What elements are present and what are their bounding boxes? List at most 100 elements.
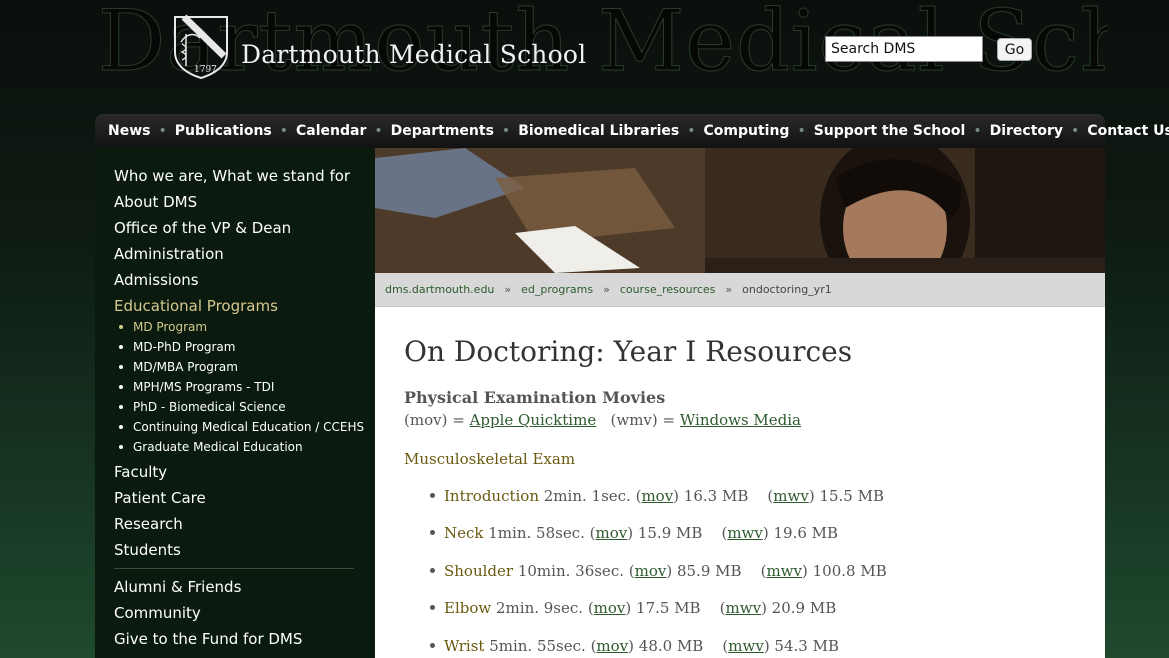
exam-heading: Musculoskeletal Exam [404, 450, 576, 468]
nav-item-calendar[interactable]: Calendar [296, 123, 366, 139]
breadcrumb-separator: » [603, 283, 610, 296]
sidebar-subitem-md-mba[interactable]: MD/MBA Program [119, 360, 238, 374]
sidebar-item-research[interactable]: Research [114, 515, 183, 533]
windows-media-link[interactable]: Windows Media [680, 411, 801, 429]
movie-name: Elbow [444, 599, 492, 617]
sidebar-subitem-continuing-med-ed[interactable]: Continuing Medical Education / CCEHS [119, 420, 364, 434]
sidebar: Who we are, What we stand for About DMS … [95, 148, 375, 658]
nav-separator: • [279, 123, 289, 139]
nav-item-contact-us[interactable]: Contact Us [1087, 123, 1169, 139]
dms-shield-logo-icon[interactable]: 1797 [172, 14, 230, 80]
nav-item-publications[interactable]: Publications [175, 123, 272, 139]
movie-duration: 10min. 36sec. ( [513, 562, 635, 580]
mov-size: ) 17.5 MB [625, 599, 701, 617]
sidebar-item-who-we-are[interactable]: Who we are, What we stand for [114, 167, 350, 185]
bullet-icon [430, 604, 435, 610]
sidebar-item-students[interactable]: Students [114, 541, 181, 559]
breadcrumb-separator: » [725, 283, 733, 296]
sidebar-item-educational-programs[interactable]: Educational Programs [114, 297, 278, 315]
bullet-icon [119, 344, 123, 349]
sidebar-subitem-phd-biomedical[interactable]: PhD - Biomedical Science [119, 400, 286, 414]
sidebar-item-give-to-fund[interactable]: Give to the Fund for DMS [114, 630, 302, 648]
breadcrumb-current: ondoctoring_yr1 [742, 283, 832, 296]
wmv-link[interactable]: mwv [766, 562, 802, 580]
bullet-icon [430, 529, 435, 535]
nav-item-departments[interactable]: Departments [391, 123, 494, 139]
sidebar-subitem-md-program[interactable]: MD Program [119, 320, 207, 334]
wmv-size: ) 54.3 MB [763, 637, 839, 655]
bullet-icon [119, 384, 123, 389]
bullet-icon [119, 444, 123, 449]
breadcrumb-link-ed-programs[interactable]: ed_programs [521, 283, 593, 296]
mov-link[interactable]: mov [595, 524, 627, 542]
sidebar-subitem-label: Graduate Medical Education [133, 440, 303, 454]
nav-separator: • [687, 123, 696, 139]
wmv-link[interactable]: mwv [726, 599, 762, 617]
nav-separator: • [501, 123, 511, 139]
sidebar-item-about-dms[interactable]: About DMS [114, 193, 197, 211]
bullet-icon [119, 424, 123, 429]
bullet-icon [119, 364, 123, 369]
bullet-icon [430, 567, 435, 573]
wmv-size: ) 19.6 MB [762, 524, 839, 542]
site-title[interactable]: Dartmouth Medical School [241, 40, 586, 69]
list-item: Neck 1min. 58sec. (mov) 15.9 MB (mwv) 19… [430, 524, 838, 542]
breadcrumb-link-course-resources[interactable]: course_resources [620, 283, 716, 296]
movie-name: Shoulder [444, 562, 514, 580]
wmv-size: ) 100.8 MB [802, 562, 887, 580]
movie-duration: 2min. 1sec. ( [539, 487, 642, 505]
bullet-icon [430, 492, 435, 498]
list-item: Wrist 5min. 55sec. (mov) 48.0 MB (mwv) 5… [430, 637, 839, 655]
sidebar-item-admissions[interactable]: Admissions [114, 271, 199, 289]
movie-duration: 1min. 58sec. ( [483, 524, 596, 542]
banner-photo [375, 148, 1105, 273]
mov-link[interactable]: mov [596, 637, 628, 655]
sidebar-subitem-mph-ms[interactable]: MPH/MS Programs - TDI [119, 380, 274, 394]
site-header: Dartmouth Medical School 1797 Dartmouth … [0, 0, 1169, 112]
page-title: On Doctoring: Year I Resources [404, 335, 853, 368]
wmv-link[interactable]: mwv [773, 487, 809, 505]
sidebar-item-patient-care[interactable]: Patient Care [114, 489, 206, 507]
list-item: Elbow 2min. 9sec. (mov) 17.5 MB (mwv) 20… [430, 599, 836, 617]
wmv-link[interactable]: mwv [727, 524, 763, 542]
sidebar-divider [114, 568, 354, 569]
nav-item-computing[interactable]: Computing [704, 123, 790, 139]
sidebar-item-community[interactable]: Community [114, 604, 201, 622]
mov-link[interactable]: mov [641, 487, 673, 505]
go-button[interactable]: Go [997, 38, 1032, 61]
sidebar-subitem-label: PhD - Biomedical Science [133, 400, 286, 414]
sidebar-subitem-graduate-med-ed[interactable]: Graduate Medical Education [119, 440, 303, 454]
sidebar-item-faculty[interactable]: Faculty [114, 463, 167, 481]
breadcrumb-link-home[interactable]: dms.dartmouth.edu [385, 283, 494, 296]
sidebar-item-alumni-friends[interactable]: Alumni & Friends [114, 578, 241, 596]
mov-link[interactable]: mov [594, 599, 626, 617]
movie-duration: 2min. 9sec. ( [491, 599, 594, 617]
mov-size: ) 15.9 MB [627, 524, 703, 542]
apple-quicktime-link[interactable]: Apple Quicktime [470, 411, 597, 429]
mov-link[interactable]: mov [635, 562, 667, 580]
subsection-title: Physical Examination Movies [404, 388, 666, 407]
mov-size: ) 85.9 MB [666, 562, 742, 580]
nav-item-directory[interactable]: Directory [990, 123, 1063, 139]
nav-item-support-the-school[interactable]: Support the School [814, 123, 966, 139]
sidebar-item-administration[interactable]: Administration [114, 245, 224, 263]
format-legend: (mov) = Apple Quicktime (wmv) = Windows … [404, 411, 801, 429]
sidebar-subitem-label: MPH/MS Programs - TDI [133, 380, 275, 394]
movie-name: Neck [444, 524, 484, 542]
main-nav: News • Publications • Calendar • Department… [95, 114, 1169, 148]
wmv-link[interactable]: mwv [728, 637, 764, 655]
format-wmv-label: (wmv) = [610, 411, 680, 429]
nav-item-biomedical-libraries[interactable]: Biomedical Libraries [518, 123, 679, 139]
nav-separator: • [797, 123, 806, 139]
movie-name: Wrist [444, 637, 485, 655]
nav-item-news[interactable]: News [108, 123, 150, 139]
mov-size: ) 48.0 MB [628, 637, 704, 655]
logo-year: 1797 [194, 65, 217, 75]
list-item: Shoulder 10min. 36sec. (mov) 85.9 MB (mw… [430, 562, 887, 580]
sidebar-subitem-md-phd[interactable]: MD-PhD Program [119, 340, 235, 354]
breadcrumb-separator: » [504, 283, 512, 296]
search-input[interactable] [825, 36, 983, 62]
sidebar-item-office-vp-dean[interactable]: Office of the VP & Dean [114, 219, 291, 237]
banner-illustration [375, 148, 1105, 273]
sidebar-subitem-label: MD/MBA Program [133, 360, 238, 374]
